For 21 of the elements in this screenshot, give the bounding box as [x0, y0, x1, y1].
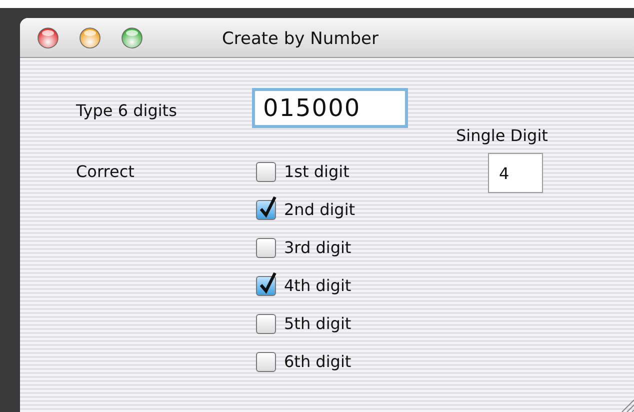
- checkbox-label: 4th digit: [284, 274, 352, 296]
- digits-field[interactable]: 015000: [252, 88, 408, 128]
- checkbox[interactable]: [256, 162, 276, 182]
- checkmark-icon: [259, 272, 277, 294]
- checkbox-label: 5th digit: [284, 312, 352, 334]
- checkbox[interactable]: [256, 314, 276, 334]
- single-digit-field[interactable]: 4: [488, 153, 543, 193]
- zoom-button[interactable]: [121, 26, 143, 48]
- close-button[interactable]: [37, 26, 59, 48]
- checkmark-icon: [259, 196, 277, 218]
- single-digit-label: Single Digit: [456, 125, 548, 147]
- checkbox-label: 6th digit: [284, 350, 352, 372]
- checkbox-label: 2nd digit: [284, 198, 356, 220]
- checkbox[interactable]: [256, 238, 276, 258]
- checkbox-label: 1st digit: [284, 160, 350, 182]
- correct-label: Correct: [76, 161, 134, 183]
- window-title: Create by Number: [222, 28, 378, 51]
- checkbox[interactable]: [256, 352, 276, 372]
- minimize-button[interactable]: [79, 26, 101, 48]
- checkbox-label: 3rd digit: [284, 236, 352, 258]
- digits-label: Type 6 digits: [76, 100, 177, 122]
